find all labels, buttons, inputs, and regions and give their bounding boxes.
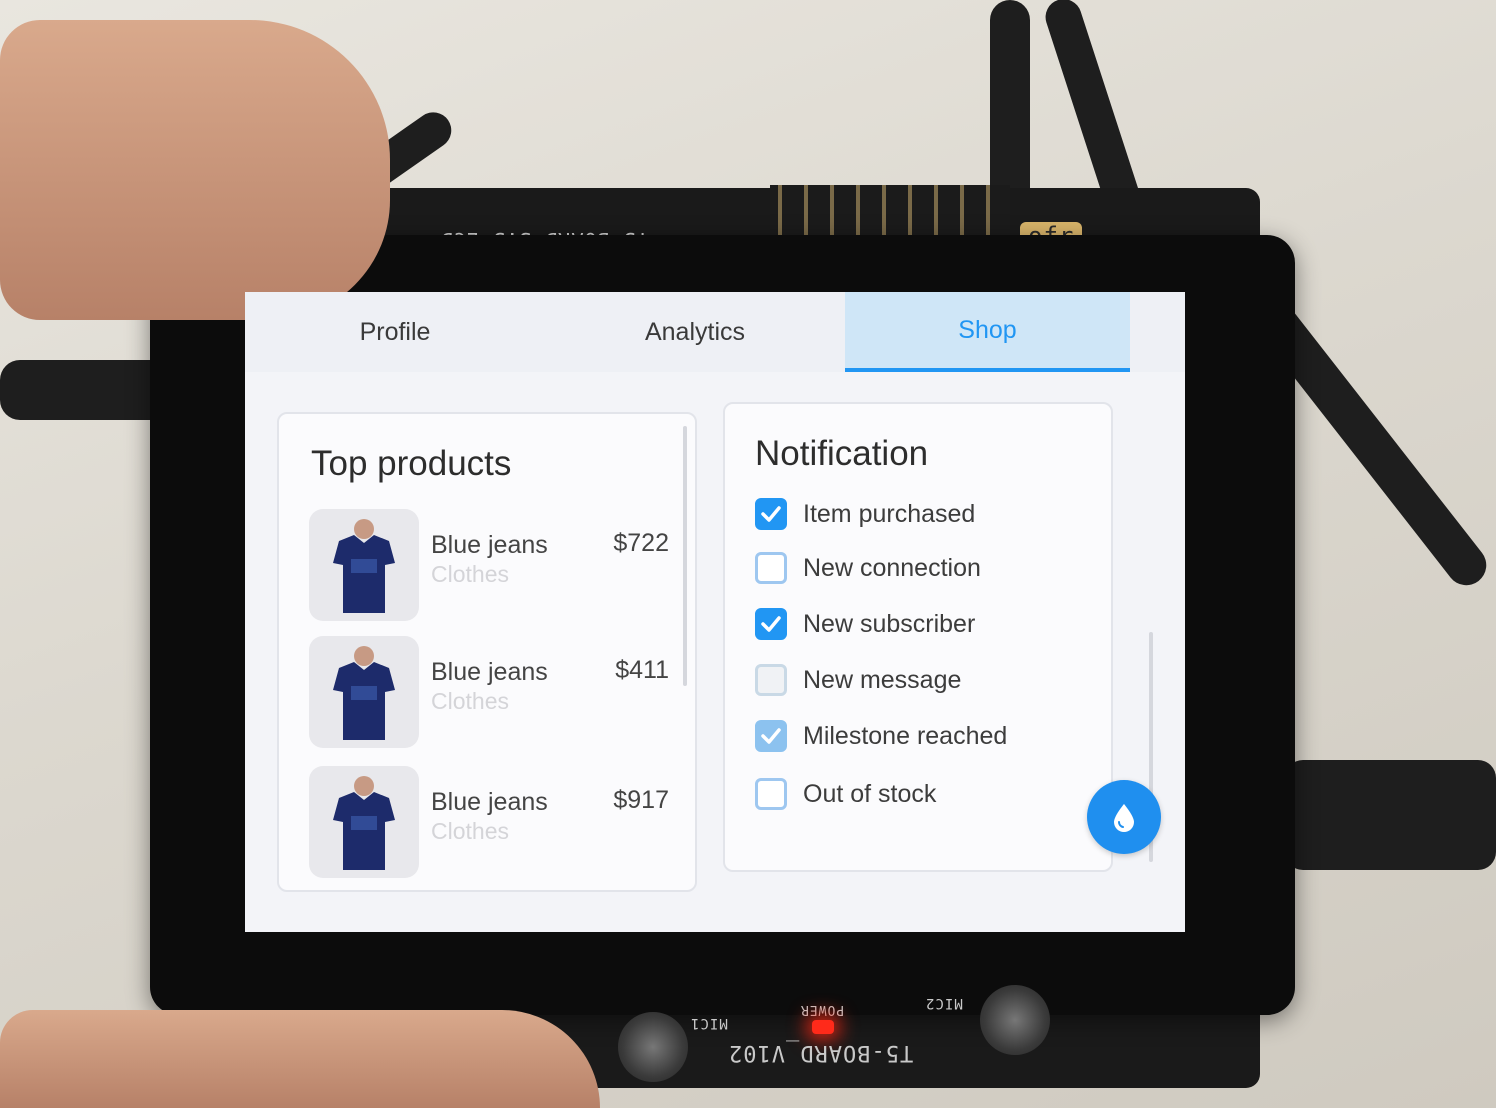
checkbox-new-message[interactable]: New message [755, 660, 961, 700]
tab-analytics[interactable]: Analytics [545, 292, 845, 372]
checkbox-label: Milestone reached [803, 721, 1008, 750]
product-category: Clothes [431, 688, 509, 714]
product-name: Blue jeans [431, 531, 548, 559]
checkbox[interactable] [755, 608, 787, 640]
checkbox-label: New subscriber [803, 609, 976, 638]
board-bottom-label: T5-BOARD_V102 [728, 1040, 914, 1065]
power-label: POWER [800, 1002, 845, 1017]
product-thumbnail [309, 636, 419, 748]
checkbox-label: New connection [803, 553, 981, 582]
tshirt-icon [333, 646, 395, 740]
tab-label: Shop [958, 315, 1017, 344]
check-icon [761, 616, 781, 632]
scrollbar[interactable] [683, 426, 687, 686]
checkbox-out-of-stock[interactable]: Out of stock [755, 774, 936, 814]
product-category: Clothes [431, 818, 509, 844]
checkbox-milestone-reached[interactable]: Milestone reached [755, 716, 1007, 756]
notification-card: Notification Item purchased New connecti… [723, 402, 1113, 872]
product-thumbnail [309, 766, 419, 878]
checkbox[interactable] [755, 778, 787, 810]
tshirt-icon [333, 776, 395, 870]
product-thumbnail [309, 509, 419, 621]
tab-label: Analytics [644, 317, 746, 346]
checkbox-label: New message [803, 665, 962, 694]
water-drop-icon [1114, 804, 1134, 832]
finger [0, 1010, 600, 1108]
checkbox-new-connection[interactable]: New connection [755, 548, 981, 588]
checkbox[interactable] [755, 720, 787, 752]
product-category: Clothes [431, 561, 509, 587]
checkbox[interactable] [755, 552, 787, 584]
checkbox[interactable] [755, 498, 787, 530]
checkbox[interactable] [755, 664, 787, 696]
checkbox-label: Item purchased [803, 499, 976, 528]
tshirt-icon [333, 519, 395, 613]
check-icon [761, 728, 781, 744]
power-led [812, 1020, 834, 1034]
tab-label: Profile [359, 317, 431, 346]
mic1 [618, 1012, 688, 1082]
product-item[interactable]: Blue jeans Clothes $411 [309, 636, 669, 751]
product-item[interactable]: Blue jeans Clothes $917 [309, 766, 669, 881]
top-products-card: Top products Blue jeans Clothes $722 Blu… [277, 412, 697, 892]
checkbox-new-subscriber[interactable]: New subscriber [755, 604, 975, 644]
mic2-label: MIC2 [925, 995, 963, 1011]
check-icon [761, 506, 781, 522]
device-screen: Profile Analytics Shop Top products Blue… [245, 292, 1185, 932]
tab-profile[interactable]: Profile [245, 292, 545, 372]
product-item[interactable]: Blue jeans Clothes $722 [309, 509, 669, 624]
product-name: Blue jeans [431, 788, 548, 816]
tab-shop[interactable]: Shop [845, 292, 1130, 372]
checkbox-item-purchased[interactable]: Item purchased [755, 494, 975, 534]
product-price: $722 [613, 529, 669, 557]
cable [1285, 760, 1496, 870]
product-price: $917 [613, 786, 669, 814]
finger [0, 20, 390, 320]
card-title: Top products [311, 444, 512, 483]
product-name: Blue jeans [431, 658, 548, 686]
mic1-label: MIC1 [690, 1015, 728, 1031]
cable [0, 360, 170, 420]
mic2 [980, 985, 1050, 1055]
checkbox-label: Out of stock [803, 779, 937, 808]
tab-bar: Profile Analytics Shop [245, 292, 1185, 372]
header-pins [770, 185, 1010, 235]
floating-action-button[interactable] [1087, 780, 1161, 854]
card-title: Notification [755, 434, 929, 473]
product-price: $411 [615, 656, 669, 684]
